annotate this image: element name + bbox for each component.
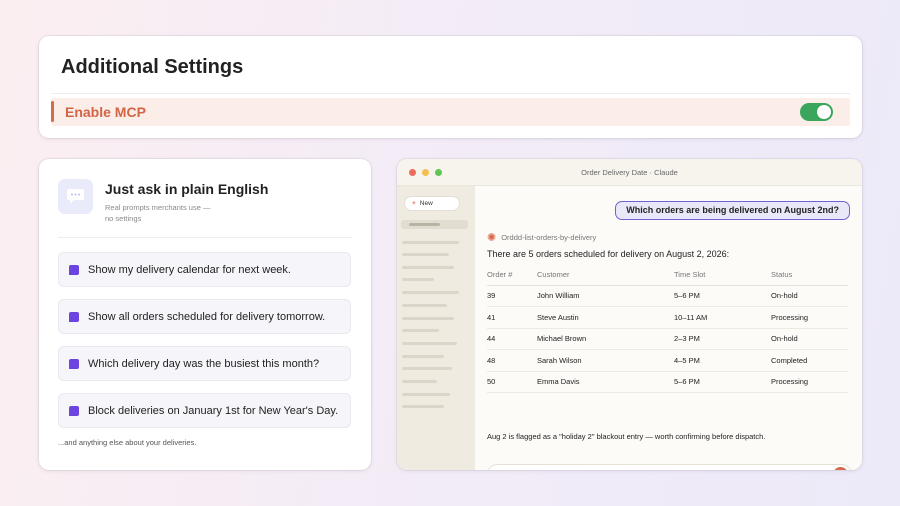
- divider: [51, 93, 850, 94]
- sidebar-item[interactable]: [402, 266, 454, 269]
- subheading-line: no settings: [105, 214, 142, 223]
- chat-sidebar: + New: [397, 186, 475, 470]
- prompt-item[interactable]: Show all orders scheduled for delivery t…: [58, 299, 351, 334]
- sidebar-item[interactable]: [402, 393, 450, 396]
- orders-table: Order # Customer Time Slot Status 39 Joh…: [487, 264, 848, 393]
- reply-box: ↑: [487, 464, 852, 470]
- sidebar-item[interactable]: [402, 380, 437, 383]
- prompt-item[interactable]: Block deliveries on January 1st for New …: [58, 393, 351, 428]
- enable-mcp-row: Enable MCP: [51, 98, 850, 126]
- table-row: 50 Emma Davis 5–6 PM Processing: [487, 371, 848, 393]
- chat-bubble-icon: [58, 179, 93, 214]
- time-slot: 5–6 PM: [674, 371, 771, 393]
- assistant-answer: There are 5 orders scheduled for deliver…: [487, 249, 730, 259]
- sidebar-item[interactable]: [402, 317, 454, 320]
- additional-settings-card: Additional Settings Enable MCP: [39, 36, 862, 138]
- sidebar-item[interactable]: [402, 355, 444, 358]
- prompts-footer: ...and anything else about your deliveri…: [58, 438, 197, 447]
- order-status: Completed: [771, 349, 848, 372]
- order-number: 39: [487, 285, 537, 307]
- prompt-item[interactable]: Show my delivery calendar for next week.: [58, 252, 351, 287]
- time-slot: 4–5 PM: [674, 349, 771, 372]
- prompt-text: Show my delivery calendar for next week.: [88, 263, 291, 276]
- speech-bubble-icon: [69, 264, 79, 275]
- column-header: Time Slot: [674, 264, 771, 286]
- prompt-text: Show all orders scheduled for delivery t…: [88, 310, 326, 323]
- order-number: 44: [487, 328, 537, 350]
- prompt-item[interactable]: Which delivery day was the busiest this …: [58, 346, 351, 381]
- time-slot: 5–6 PM: [674, 285, 771, 307]
- table-row: 48 Sarah Wilson 4–5 PM Completed: [487, 349, 848, 372]
- time-slot: 10–11 AM: [674, 306, 771, 329]
- prompts-heading: Just ask in plain English: [105, 181, 269, 197]
- order-number: 50: [487, 371, 537, 393]
- prompt-text: Block deliveries on January 1st for New …: [88, 404, 339, 417]
- speech-bubble-icon: [69, 311, 79, 322]
- sidebar-item[interactable]: [402, 405, 444, 408]
- send-arrow-icon[interactable]: ↑: [833, 467, 848, 470]
- sidebar-item[interactable]: [402, 342, 457, 345]
- settings-title: Additional Settings: [61, 56, 244, 78]
- order-number: 48: [487, 349, 537, 372]
- divider: [58, 237, 352, 238]
- order-status: On-hold: [771, 285, 848, 307]
- reply-input[interactable]: [498, 468, 798, 470]
- sidebar-item[interactable]: [402, 367, 452, 370]
- order-status: Processing: [771, 306, 848, 329]
- sidebar-item[interactable]: [402, 241, 459, 244]
- order-number: 41: [487, 306, 537, 329]
- column-header: Status: [771, 264, 848, 286]
- sidebar-item[interactable]: [402, 291, 459, 294]
- speech-bubble-icon: [69, 358, 79, 369]
- new-chat-button[interactable]: + New: [405, 197, 459, 210]
- customer-name: John William: [537, 285, 674, 307]
- table-row: 41 Steve Austin 10–11 AM Processing: [487, 306, 848, 329]
- customer-name: Sarah Wilson: [537, 349, 674, 372]
- sidebar-item[interactable]: [402, 304, 447, 307]
- conversation-pane: Which orders are being delivered on Augu…: [475, 186, 862, 470]
- order-status: On-hold: [771, 328, 848, 350]
- window-titlebar: Order Delivery Date · Claude: [397, 159, 862, 186]
- speech-bubble-icon: [69, 405, 79, 416]
- table-header-row: Order # Customer Time Slot Status: [487, 264, 848, 286]
- order-status: Processing: [771, 371, 848, 393]
- toggle-knob: [817, 105, 831, 119]
- sidebar-item[interactable]: [402, 253, 449, 256]
- plus-icon: +: [412, 200, 416, 207]
- customer-name: Michael Brown: [537, 328, 674, 350]
- customer-name: Steve Austin: [537, 306, 674, 329]
- column-header: Customer: [537, 264, 674, 286]
- prompts-subheading: Real prompts merchants use — no settings: [105, 202, 210, 224]
- user-message: Which orders are being delivered on Augu…: [615, 201, 850, 220]
- new-chat-label: New: [419, 200, 433, 207]
- prompt-text: Which delivery day was the busiest this …: [88, 357, 320, 370]
- claude-spark-icon: ✺: [487, 231, 497, 244]
- column-header: Order #: [487, 264, 537, 286]
- tool-call[interactable]: ✺ Orddd-list-orders-by-delivery: [487, 231, 597, 244]
- sidebar-item-placeholder: [409, 223, 440, 226]
- sidebar-item[interactable]: [402, 278, 434, 281]
- claude-window: Order Delivery Date · Claude + New Which …: [397, 159, 862, 470]
- time-slot: 2–3 PM: [674, 328, 771, 350]
- assistant-note: Aug 2 is flagged as a "holiday 2" blacko…: [487, 432, 766, 441]
- tool-name: Orddd-list-orders-by-delivery: [501, 233, 597, 242]
- sidebar-item-selected[interactable]: [401, 220, 468, 229]
- accent-bar: [51, 101, 54, 122]
- subheading-line: Real prompts merchants use —: [105, 203, 211, 212]
- plain-english-prompts-card: Just ask in plain English Real prompts m…: [39, 159, 371, 470]
- table-row: 39 John William 5–6 PM On-hold: [487, 285, 848, 307]
- customer-name: Emma Davis: [537, 371, 674, 393]
- window-title: Order Delivery Date · Claude: [581, 168, 678, 177]
- table-row: 44 Michael Brown 2–3 PM On-hold: [487, 328, 848, 350]
- sidebar-item[interactable]: [402, 329, 439, 332]
- enable-mcp-label: Enable MCP: [65, 104, 146, 120]
- enable-mcp-toggle[interactable]: [800, 103, 833, 121]
